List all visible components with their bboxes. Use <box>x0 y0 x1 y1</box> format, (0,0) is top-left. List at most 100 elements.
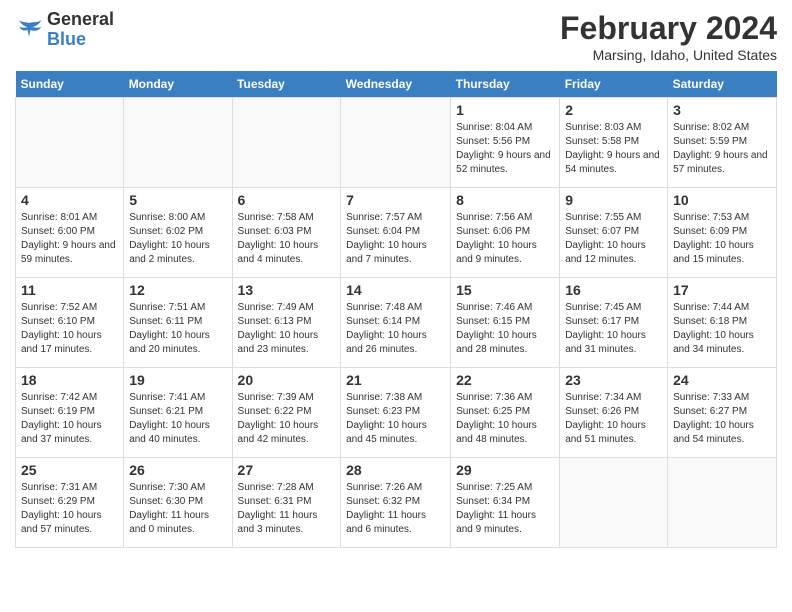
day-number: 24 <box>673 372 771 388</box>
day-number: 23 <box>565 372 662 388</box>
day-info: Sunrise: 8:00 AM Sunset: 6:02 PM Dayligh… <box>129 211 226 267</box>
day-number: 29 <box>456 462 554 478</box>
calendar-day-cell: 6 Sunrise: 7:58 AM Sunset: 6:03 PM Daylig… <box>232 188 341 278</box>
calendar-day-cell: 27 Sunrise: 7:28 AM Sunset: 6:31 PM Dayli… <box>232 458 341 548</box>
day-info: Sunrise: 7:38 AM Sunset: 6:23 PM Dayligh… <box>346 391 445 447</box>
calendar-day-cell: 29 Sunrise: 7:25 AM Sunset: 6:34 PM Dayli… <box>451 458 560 548</box>
calendar-day-cell: 26Sunrise: 7:30 AM Sunset: 6:30 PM Dayli… <box>124 458 232 548</box>
day-number: 4 <box>21 192 118 208</box>
day-info: Sunrise: 8:02 AM Sunset: 5:59 PM Dayligh… <box>673 121 771 177</box>
calendar-day-cell <box>232 98 341 188</box>
day-number: 25 <box>21 462 118 478</box>
month-year-title: February 2024 <box>560 10 777 47</box>
day-info: Sunrise: 8:03 AM Sunset: 5:58 PM Dayligh… <box>565 121 662 177</box>
calendar-day-cell: 14 Sunrise: 7:48 AM Sunset: 6:14 PM Dayli… <box>341 278 451 368</box>
calendar-day-cell: 13 Sunrise: 7:49 AM Sunset: 6:13 PM Dayli… <box>232 278 341 368</box>
day-number: 13 <box>238 282 336 298</box>
logo-bird-icon <box>15 16 43 44</box>
calendar-day-cell: 18 Sunrise: 7:42 AM Sunset: 6:19 PM Dayli… <box>16 368 124 458</box>
calendar-day-cell: 22 Sunrise: 7:36 AM Sunset: 6:25 PM Dayli… <box>451 368 560 458</box>
calendar-week-row: 1 Sunrise: 8:04 AM Sunset: 5:56 PM Daylig… <box>16 98 777 188</box>
day-number: 22 <box>456 372 554 388</box>
calendar-day-cell: 5Sunrise: 8:00 AM Sunset: 6:02 PM Daylig… <box>124 188 232 278</box>
day-number: 8 <box>456 192 554 208</box>
day-info: Sunrise: 7:39 AM Sunset: 6:22 PM Dayligh… <box>238 391 336 447</box>
calendar-day-cell: 17Sunrise: 7:44 AM Sunset: 6:18 PM Dayli… <box>668 278 777 368</box>
calendar-day-cell: 25Sunrise: 7:31 AM Sunset: 6:29 PM Dayli… <box>16 458 124 548</box>
day-number: 19 <box>129 372 226 388</box>
day-number: 9 <box>565 192 662 208</box>
calendar-day-cell: 21 Sunrise: 7:38 AM Sunset: 6:23 PM Dayli… <box>341 368 451 458</box>
day-info: Sunrise: 7:55 AM Sunset: 6:07 PM Dayligh… <box>565 211 662 267</box>
day-number: 16 <box>565 282 662 298</box>
day-info: Sunrise: 7:33 AM Sunset: 6:27 PM Dayligh… <box>673 391 771 447</box>
calendar-day-cell: 19 Sunrise: 7:41 AM Sunset: 6:21 PM Dayli… <box>124 368 232 458</box>
title-section: February 2024 Marsing, Idaho, United Sta… <box>560 10 777 63</box>
day-number: 15 <box>456 282 554 298</box>
day-number: 12 <box>129 282 226 298</box>
logo: General Blue <box>15 10 114 50</box>
calendar-day-cell: 23 Sunrise: 7:34 AM Sunset: 6:26 PM Dayli… <box>560 368 668 458</box>
calendar-day-cell: 28 Sunrise: 7:26 AM Sunset: 6:32 PM Dayli… <box>341 458 451 548</box>
day-info: Sunrise: 7:34 AM Sunset: 6:26 PM Dayligh… <box>565 391 662 447</box>
day-number: 17 <box>673 282 771 298</box>
calendar-day-cell <box>124 98 232 188</box>
calendar-day-cell: 24 Sunrise: 7:33 AM Sunset: 6:27 PM Dayli… <box>668 368 777 458</box>
day-info: Sunrise: 7:26 AM Sunset: 6:32 PM Dayligh… <box>346 481 445 537</box>
calendar-week-row: 11 Sunrise: 7:52 AM Sunset: 6:10 PM Dayli… <box>16 278 777 368</box>
day-info: Sunrise: 7:49 AM Sunset: 6:13 PM Dayligh… <box>238 301 336 357</box>
day-info: Sunrise: 7:57 AM Sunset: 6:04 PM Dayligh… <box>346 211 445 267</box>
calendar-day-cell: 15Sunrise: 7:46 AM Sunset: 6:15 PM Dayli… <box>451 278 560 368</box>
day-number: 28 <box>346 462 445 478</box>
location-subtitle: Marsing, Idaho, United States <box>560 47 777 63</box>
day-number: 20 <box>238 372 336 388</box>
day-number: 1 <box>456 102 554 118</box>
weekday-header-row: SundayMondayTuesdayWednesdayThursdayFrid… <box>16 71 777 98</box>
calendar-day-cell: 7 Sunrise: 7:57 AM Sunset: 6:04 PM Daylig… <box>341 188 451 278</box>
weekday-header: Sunday <box>16 71 124 98</box>
calendar-week-row: 25Sunrise: 7:31 AM Sunset: 6:29 PM Dayli… <box>16 458 777 548</box>
day-info: Sunrise: 8:01 AM Sunset: 6:00 PM Dayligh… <box>21 211 118 267</box>
page-header: General Blue February 2024 Marsing, Idah… <box>15 10 777 63</box>
calendar-day-cell <box>668 458 777 548</box>
day-info: Sunrise: 7:56 AM Sunset: 6:06 PM Dayligh… <box>456 211 554 267</box>
day-info: Sunrise: 7:45 AM Sunset: 6:17 PM Dayligh… <box>565 301 662 357</box>
calendar-day-cell: 2 Sunrise: 8:03 AM Sunset: 5:58 PM Daylig… <box>560 98 668 188</box>
day-number: 18 <box>21 372 118 388</box>
day-number: 10 <box>673 192 771 208</box>
calendar-day-cell: 3 Sunrise: 8:02 AM Sunset: 5:59 PM Daylig… <box>668 98 777 188</box>
day-info: Sunrise: 7:53 AM Sunset: 6:09 PM Dayligh… <box>673 211 771 267</box>
day-number: 11 <box>21 282 118 298</box>
day-info: Sunrise: 7:51 AM Sunset: 6:11 PM Dayligh… <box>129 301 226 357</box>
day-info: Sunrise: 7:58 AM Sunset: 6:03 PM Dayligh… <box>238 211 336 267</box>
day-number: 27 <box>238 462 336 478</box>
weekday-header: Wednesday <box>341 71 451 98</box>
weekday-header: Thursday <box>451 71 560 98</box>
calendar-day-cell <box>560 458 668 548</box>
day-info: Sunrise: 7:25 AM Sunset: 6:34 PM Dayligh… <box>456 481 554 537</box>
day-number: 14 <box>346 282 445 298</box>
day-number: 6 <box>238 192 336 208</box>
calendar-week-row: 4 Sunrise: 8:01 AM Sunset: 6:00 PM Daylig… <box>16 188 777 278</box>
calendar-day-cell: 9 Sunrise: 7:55 AM Sunset: 6:07 PM Daylig… <box>560 188 668 278</box>
day-number: 3 <box>673 102 771 118</box>
weekday-header: Friday <box>560 71 668 98</box>
day-number: 21 <box>346 372 445 388</box>
day-info: Sunrise: 7:41 AM Sunset: 6:21 PM Dayligh… <box>129 391 226 447</box>
day-info: Sunrise: 8:04 AM Sunset: 5:56 PM Dayligh… <box>456 121 554 177</box>
day-info: Sunrise: 7:28 AM Sunset: 6:31 PM Dayligh… <box>238 481 336 537</box>
day-info: Sunrise: 7:48 AM Sunset: 6:14 PM Dayligh… <box>346 301 445 357</box>
day-number: 26 <box>129 462 226 478</box>
day-number: 7 <box>346 192 445 208</box>
calendar-day-cell <box>341 98 451 188</box>
day-info: Sunrise: 7:36 AM Sunset: 6:25 PM Dayligh… <box>456 391 554 447</box>
day-info: Sunrise: 7:52 AM Sunset: 6:10 PM Dayligh… <box>21 301 118 357</box>
calendar-day-cell: 20 Sunrise: 7:39 AM Sunset: 6:22 PM Dayli… <box>232 368 341 458</box>
day-info: Sunrise: 7:42 AM Sunset: 6:19 PM Dayligh… <box>21 391 118 447</box>
weekday-header: Tuesday <box>232 71 341 98</box>
weekday-header: Saturday <box>668 71 777 98</box>
calendar-day-cell: 1 Sunrise: 8:04 AM Sunset: 5:56 PM Daylig… <box>451 98 560 188</box>
day-number: 2 <box>565 102 662 118</box>
logo-text: General Blue <box>47 10 114 50</box>
calendar-day-cell: 11 Sunrise: 7:52 AM Sunset: 6:10 PM Dayli… <box>16 278 124 368</box>
